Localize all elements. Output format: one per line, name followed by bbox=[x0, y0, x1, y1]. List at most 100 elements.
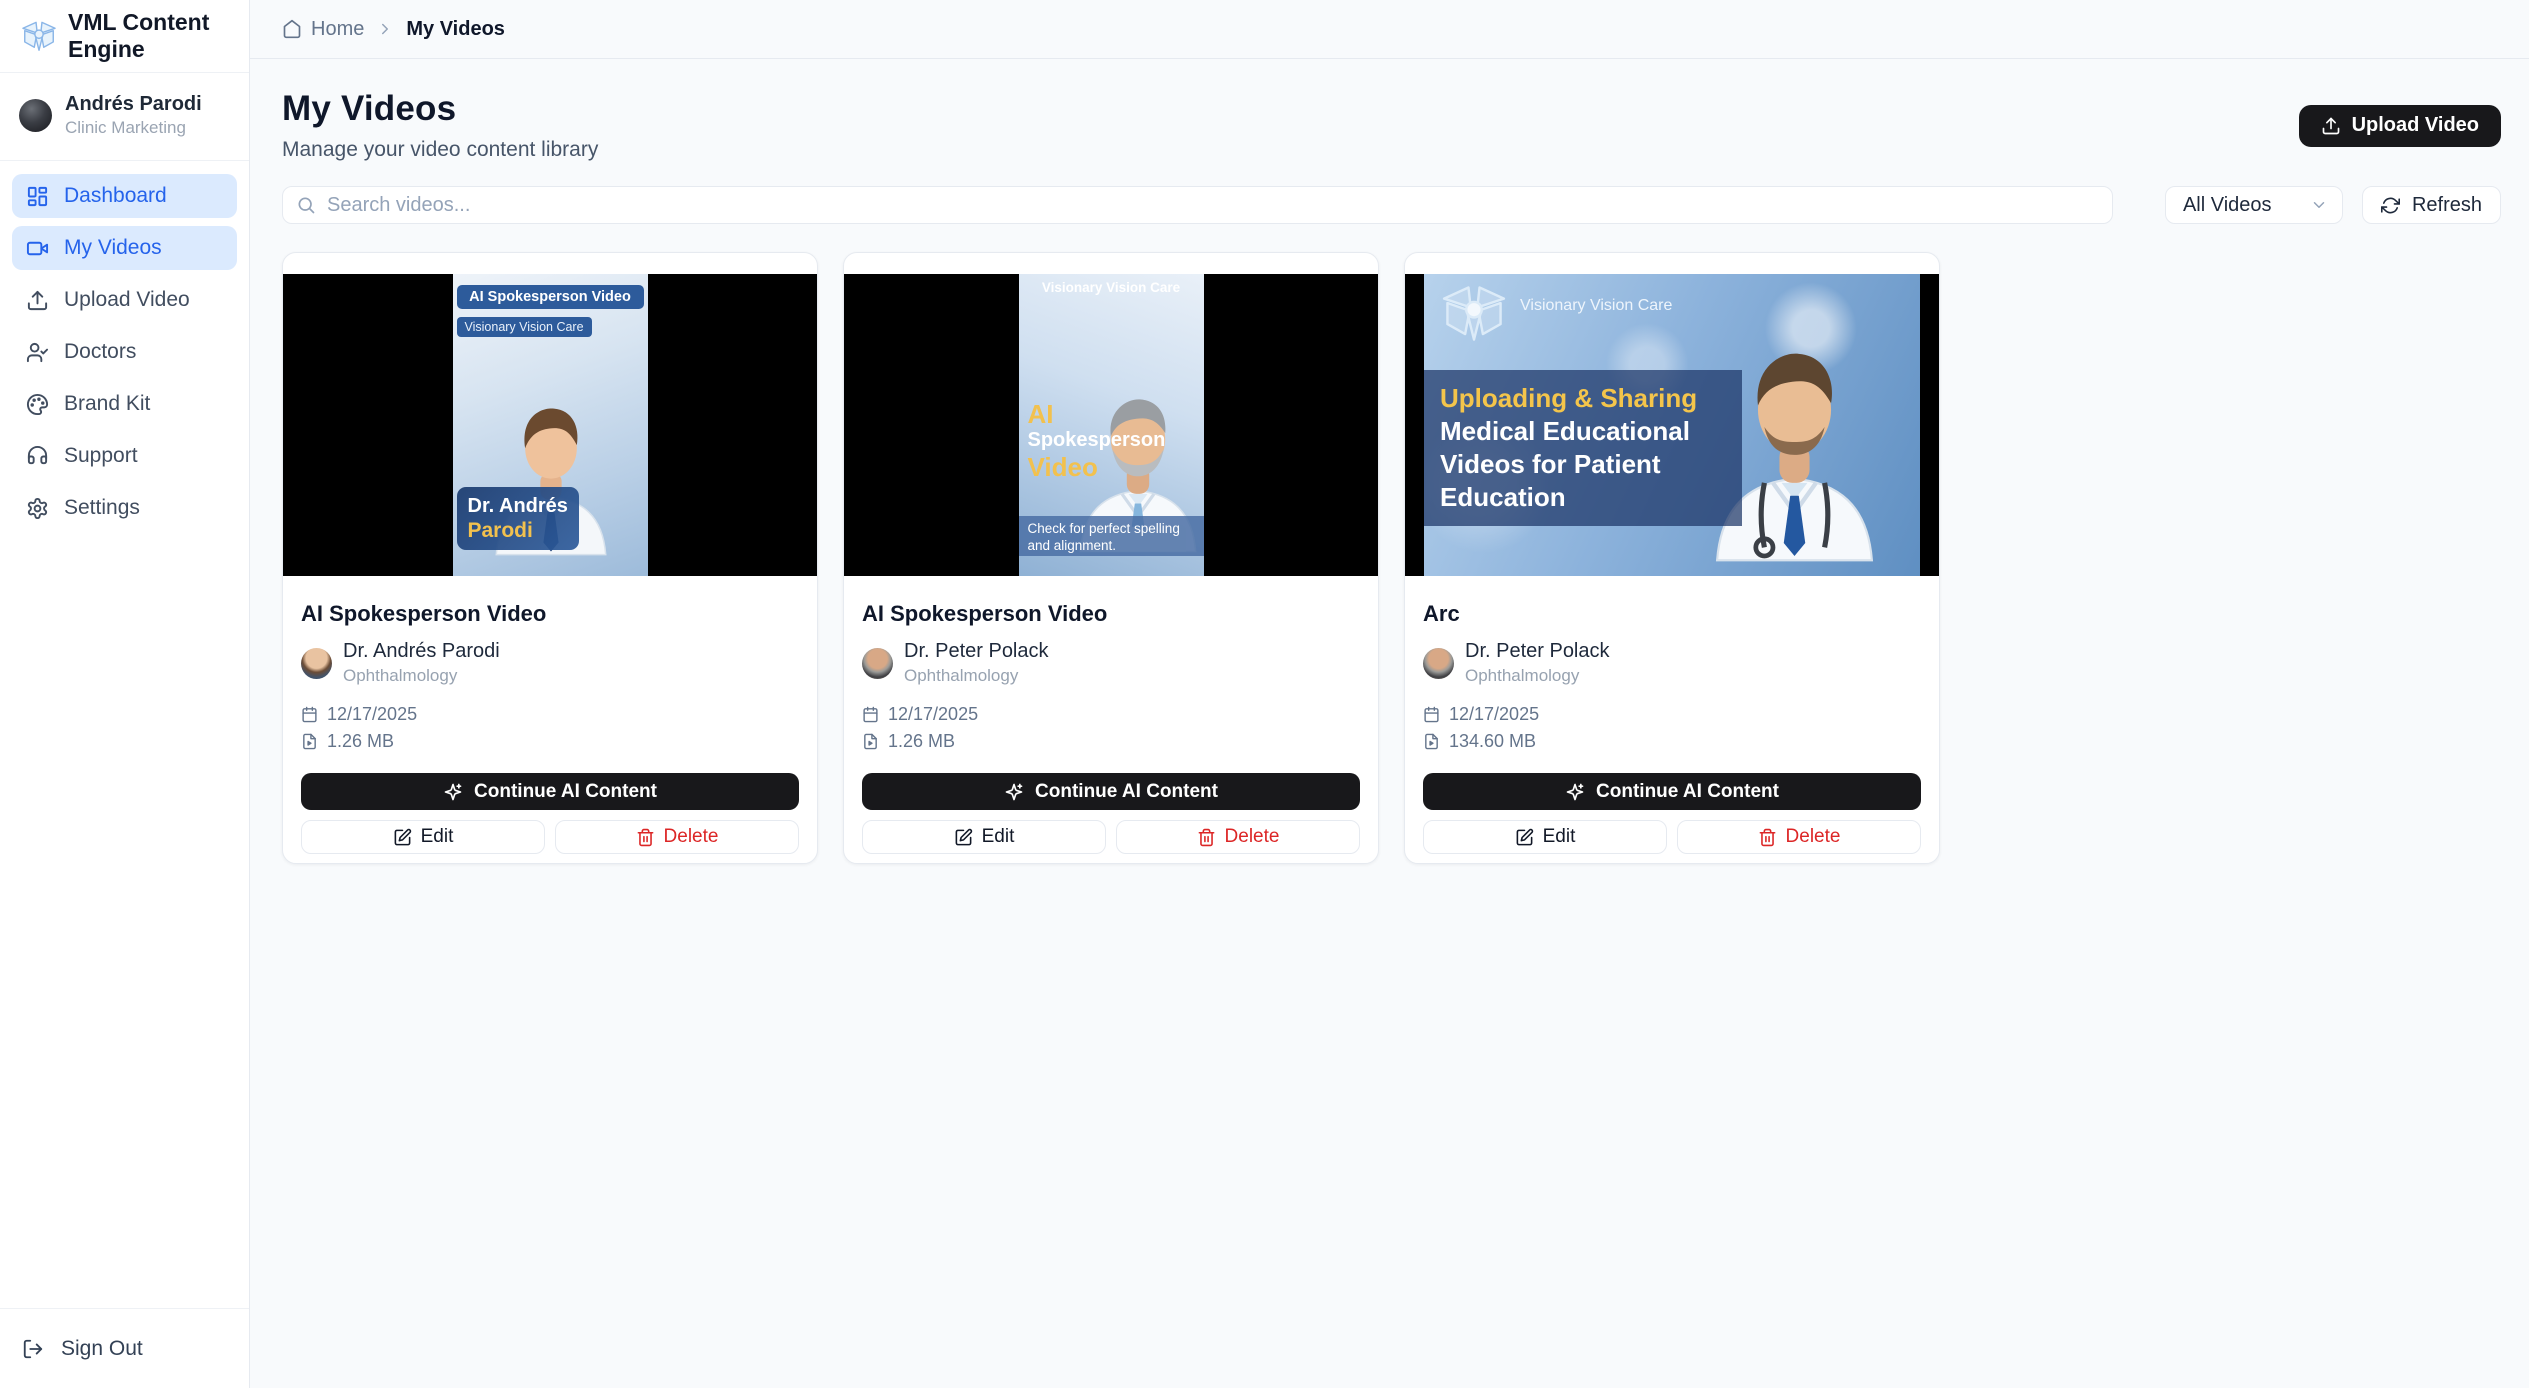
thumb-clinic-text: Visionary Vision Care bbox=[1520, 297, 1673, 314]
sidebar-item-dashboard[interactable]: Dashboard bbox=[12, 174, 237, 218]
app-logo-icon bbox=[20, 19, 58, 53]
video-thumbnail[interactable]: Visionary Vision Care AI Spokesperson Vi… bbox=[844, 274, 1378, 576]
sidebar: VML Content Engine Andrés Parodi Clinic … bbox=[0, 0, 250, 1388]
video-size: 1.26 MB bbox=[888, 731, 956, 751]
sidebar-item-label: Settings bbox=[64, 496, 140, 519]
delete-button[interactable]: Delete bbox=[1116, 820, 1360, 854]
edit-icon bbox=[954, 828, 973, 847]
thumbnail-frame: Visionary Vision Care Uploading & Sharin… bbox=[1424, 274, 1920, 576]
avatar bbox=[19, 99, 52, 132]
sidebar-item-label: My Videos bbox=[64, 236, 162, 259]
video-title: AI Spokesperson Video bbox=[862, 601, 1108, 626]
continue-ai-content-button[interactable]: Continue AI Content bbox=[862, 773, 1360, 810]
video-thumbnail[interactable]: AI Spokesperson Video Visionary Vision C… bbox=[283, 274, 817, 576]
sidebar-item-label: Brand Kit bbox=[64, 392, 151, 415]
delete-label: Delete bbox=[1785, 826, 1841, 847]
delete-button[interactable]: Delete bbox=[555, 820, 799, 854]
sidebar-item-doctors[interactable]: Doctors bbox=[12, 330, 237, 374]
upload-icon bbox=[26, 289, 49, 312]
video-icon bbox=[26, 237, 49, 260]
edit-label: Edit bbox=[981, 826, 1015, 847]
doctor-name: Dr. Andrés Parodi bbox=[343, 640, 500, 662]
video-card: Visionary Vision Care AI Spokesperson Vi… bbox=[843, 252, 1379, 864]
thumb-headline: Uploading & Sharing Medical Educational … bbox=[1424, 370, 1742, 526]
search-box bbox=[282, 186, 2113, 224]
thumb-headline-line1: Uploading & Sharing bbox=[1440, 383, 1698, 413]
doctor-row: Dr. Andrés Parodi Ophthalmology bbox=[301, 640, 799, 686]
chevron-right-icon bbox=[376, 20, 394, 38]
thumb-doctor-name-badge: Dr. Andrés Parodi bbox=[456, 487, 579, 550]
sidebar-item-settings[interactable]: Settings bbox=[12, 486, 237, 530]
page-header: My Videos Manage your video content libr… bbox=[282, 89, 2501, 162]
doctor-name: Dr. Peter Polack bbox=[1465, 640, 1610, 662]
user-role: Clinic Marketing bbox=[65, 118, 186, 137]
card-body: AI Spokesperson Video Dr. Peter Polack O… bbox=[844, 576, 1378, 854]
video-meta: 12/17/2025 1.26 MB bbox=[301, 704, 799, 752]
continue-ai-content-button[interactable]: Continue AI Content bbox=[301, 773, 799, 810]
continue-ai-content-label: Continue AI Content bbox=[1035, 780, 1218, 802]
thumbnail-frame: Visionary Vision Care AI Spokesperson Vi… bbox=[1018, 274, 1204, 576]
app-root: VML Content Engine Andrés Parodi Clinic … bbox=[0, 0, 2529, 1388]
edit-button[interactable]: Edit bbox=[301, 820, 545, 854]
card-body: AI Spokesperson Video Dr. Andrés Parodi … bbox=[283, 576, 817, 854]
calendar-icon bbox=[1423, 706, 1440, 723]
clinic-logo-icon bbox=[1438, 282, 1510, 344]
delete-label: Delete bbox=[663, 826, 719, 847]
avatar bbox=[301, 647, 332, 679]
continue-ai-content-label: Continue AI Content bbox=[1596, 780, 1779, 802]
edit-label: Edit bbox=[1542, 826, 1576, 847]
sidebar-item-my-videos[interactable]: My Videos bbox=[12, 226, 237, 270]
doctor-specialty: Ophthalmology bbox=[343, 666, 458, 685]
thumbnail-frame: AI Spokesperson Video Visionary Vision C… bbox=[452, 274, 648, 576]
video-meta: 12/17/2025 1.26 MB bbox=[862, 704, 1360, 752]
avatar bbox=[1423, 647, 1454, 679]
file-icon bbox=[1423, 733, 1440, 750]
thumb-headline-line1: AI bbox=[1027, 399, 1054, 429]
sidebar-item-brand-kit[interactable]: Brand Kit bbox=[12, 382, 237, 426]
thumb-caption: Check for perfect spelling and alignment… bbox=[1018, 516, 1204, 556]
user-profile: Andrés Parodi Clinic Marketing bbox=[0, 73, 249, 161]
video-thumbnail[interactable]: Visionary Vision Care Uploading & Sharin… bbox=[1405, 274, 1939, 576]
edit-label: Edit bbox=[420, 826, 454, 847]
file-icon bbox=[862, 733, 879, 750]
edit-icon bbox=[1515, 828, 1534, 847]
doctor-specialty: Ophthalmology bbox=[904, 666, 1019, 685]
toolbar: All Videos Refresh bbox=[282, 186, 2501, 224]
refresh-icon bbox=[2380, 196, 2400, 215]
video-date: 12/17/2025 bbox=[888, 704, 979, 724]
doctor-row: Dr. Peter Polack Ophthalmology bbox=[862, 640, 1360, 686]
search-input[interactable] bbox=[327, 193, 2099, 217]
delete-button[interactable]: Delete bbox=[1677, 820, 1921, 854]
video-card: Visionary Vision Care Uploading & Sharin… bbox=[1404, 252, 1940, 864]
thumb-doctor-name-line2: Parodi bbox=[467, 519, 533, 542]
sidebar-item-label: Support bbox=[64, 444, 138, 467]
palette-icon bbox=[26, 393, 49, 416]
headset-icon bbox=[26, 445, 49, 468]
avatar bbox=[862, 647, 893, 679]
video-meta: 12/17/2025 134.60 MB bbox=[1423, 704, 1921, 752]
continue-ai-content-label: Continue AI Content bbox=[474, 780, 657, 802]
refresh-button[interactable]: Refresh bbox=[2361, 186, 2501, 224]
logout-icon bbox=[22, 1338, 44, 1360]
continue-ai-content-button[interactable]: Continue AI Content bbox=[1423, 773, 1921, 810]
page-title: My Videos bbox=[282, 89, 457, 128]
card-body: Arc Dr. Peter Polack Ophthalmology 12/17… bbox=[1405, 576, 1939, 854]
edit-button[interactable]: Edit bbox=[862, 820, 1106, 854]
videos-filter-select[interactable]: All Videos bbox=[2164, 186, 2343, 224]
sidebar-item-upload-video[interactable]: Upload Video bbox=[12, 278, 237, 322]
sign-out-button[interactable]: Sign Out bbox=[0, 1308, 249, 1388]
upload-video-button[interactable]: Upload Video bbox=[2298, 104, 2501, 147]
delete-label: Delete bbox=[1224, 826, 1280, 847]
videos-filter-value: All Videos bbox=[2182, 193, 2272, 216]
thumb-headline-line3: Video bbox=[1027, 452, 1098, 482]
sidebar-item-support[interactable]: Support bbox=[12, 434, 237, 478]
topbar: Home My Videos bbox=[250, 0, 2529, 59]
doctor-row: Dr. Peter Polack Ophthalmology bbox=[1423, 640, 1921, 686]
breadcrumb-home[interactable]: Home bbox=[282, 18, 364, 41]
breadcrumb-current: My Videos bbox=[406, 17, 505, 40]
upload-video-label: Upload Video bbox=[2351, 114, 2479, 136]
edit-button[interactable]: Edit bbox=[1423, 820, 1667, 854]
thumb-headline-line2: Medical Educational bbox=[1440, 416, 1690, 446]
sidebar-nav: Dashboard My Videos Upload Video Doctors bbox=[0, 161, 249, 1308]
user-name: Andrés Parodi bbox=[65, 93, 202, 115]
